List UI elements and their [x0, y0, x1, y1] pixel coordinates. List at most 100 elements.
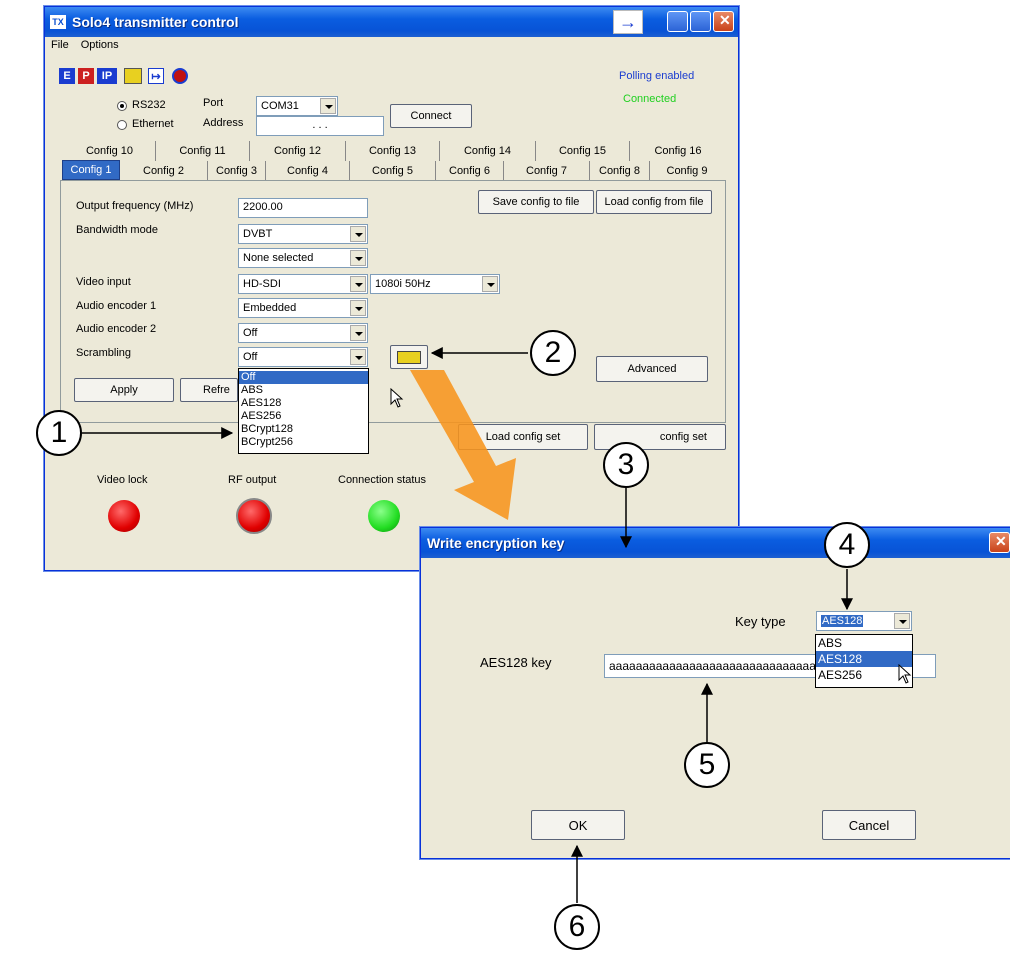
exit-icon[interactable]: ↦	[148, 68, 164, 84]
address-label: Address	[203, 117, 244, 129]
ethernet-radio[interactable]	[117, 120, 127, 130]
audio-encoder-1-label: Audio encoder 1	[76, 300, 157, 312]
video-input-select[interactable]: HD-SDI	[238, 274, 368, 294]
key-type-option-abs[interactable]: ABS	[816, 635, 912, 651]
output-frequency-field[interactable]: 2200.00	[238, 198, 368, 218]
scrambling-option-aes128[interactable]: AES128	[239, 397, 368, 410]
scrambling-option-aes256[interactable]: AES256	[239, 410, 368, 423]
connection-status-led	[368, 500, 400, 532]
tab-config-2[interactable]: Config 2	[120, 161, 208, 181]
chevron-down-icon[interactable]	[350, 276, 366, 292]
rf-output-led[interactable]	[236, 498, 272, 534]
callout-4: 4	[824, 522, 870, 568]
menubar: File Options	[45, 37, 738, 55]
mouse-cursor-icon	[898, 663, 912, 687]
load-config-button[interactable]: Load config from file	[596, 190, 712, 214]
refresh-button[interactable]: Refre	[180, 378, 238, 402]
port-select[interactable]: COM31	[256, 96, 338, 116]
save-config-set-label: config set	[659, 431, 707, 443]
callout-1: 1	[36, 410, 82, 456]
tab-config-7[interactable]: Config 7	[504, 161, 590, 181]
tab-config-10[interactable]: Config 10	[64, 141, 156, 161]
polling-status: Polling enabled	[619, 70, 695, 82]
video-lock-led	[108, 500, 140, 532]
scrambling-value: Off	[243, 351, 258, 363]
tab-config-11[interactable]: Config 11	[156, 141, 250, 161]
tab-config-8[interactable]: Config 8	[590, 161, 650, 181]
ok-button[interactable]: OK	[531, 810, 625, 840]
dialog-close-button[interactable]: ✕	[989, 532, 1010, 553]
video-lock-label: Video lock	[97, 474, 148, 486]
close-button[interactable]: ✕	[713, 11, 734, 32]
key-type-select[interactable]: AES128	[816, 611, 912, 631]
bandwidth-sub-value: None selected	[243, 252, 314, 264]
key-icon[interactable]	[124, 68, 142, 84]
dialog-window: Write encryption key ✕	[420, 527, 1010, 859]
dialog-titlebar: Write encryption key ✕	[421, 528, 1010, 558]
output-frequency-label: Output frequency (MHz)	[76, 200, 194, 212]
arrow-right-icon[interactable]: →	[613, 10, 643, 34]
connected-status: Connected	[623, 93, 677, 105]
chevron-down-icon[interactable]	[894, 613, 910, 629]
scrambling-option-bcrypt256[interactable]: BCrypt256	[239, 436, 368, 449]
save-config-button[interactable]: Save config to file	[478, 190, 594, 214]
tab-config-3[interactable]: Config 3	[208, 161, 266, 181]
audio-encoder-2-select[interactable]: Off	[238, 323, 368, 343]
address-field[interactable]: . . .	[256, 116, 384, 136]
tab-config-6[interactable]: Config 6	[436, 161, 504, 181]
toolbar-e-icon[interactable]: E	[59, 68, 75, 84]
tab-config-13[interactable]: Config 13	[346, 141, 440, 161]
scrambling-select[interactable]: Off	[238, 347, 368, 367]
ethernet-label: Ethernet	[132, 118, 174, 130]
minimize-button[interactable]	[667, 11, 688, 32]
window-title: Solo4 transmitter control	[72, 14, 239, 30]
orange-arrow-icon	[410, 370, 516, 520]
video-format-select[interactable]: 1080i 50Hz	[370, 274, 500, 294]
chevron-down-icon[interactable]	[350, 226, 366, 242]
maximize-button[interactable]	[690, 11, 711, 32]
dialog-title: Write encryption key	[427, 535, 565, 551]
video-input-value: HD-SDI	[243, 278, 281, 290]
key-label: AES128 key	[480, 655, 552, 670]
toolbar-p-icon[interactable]: P	[78, 68, 94, 84]
bandwidth-mode-value: DVBT	[243, 228, 273, 240]
tab-config-9[interactable]: Config 9	[650, 161, 724, 181]
bandwidth-mode-label: Bandwidth mode	[76, 224, 158, 236]
key-type-value: AES128	[821, 615, 864, 627]
tab-config-16[interactable]: Config 16	[630, 141, 726, 161]
bandwidth-mode-select[interactable]: DVBT	[238, 224, 368, 244]
cancel-button[interactable]: Cancel	[822, 810, 916, 840]
advanced-button[interactable]: Advanced	[596, 356, 708, 382]
tab-config-1[interactable]: Config 1	[62, 160, 120, 180]
key-type-label: Key type	[735, 614, 786, 629]
chevron-down-icon[interactable]	[350, 325, 366, 341]
tab-config-15[interactable]: Config 15	[536, 141, 630, 161]
connect-button[interactable]: Connect	[390, 104, 472, 128]
chevron-down-icon[interactable]	[350, 349, 366, 365]
video-input-label: Video input	[76, 276, 131, 288]
tab-config-12[interactable]: Config 12	[250, 141, 346, 161]
chevron-down-icon[interactable]	[482, 276, 498, 292]
tab-config-14[interactable]: Config 14	[440, 141, 536, 161]
toolbar-ip-icon[interactable]: IP	[97, 68, 117, 84]
scrambling-dropdown: Off ABS AES128 AES256 BCrypt128 BCrypt25…	[238, 368, 369, 454]
apply-button[interactable]: Apply	[74, 378, 174, 402]
menu-file[interactable]: File	[45, 37, 75, 55]
tab-config-4[interactable]: Config 4	[266, 161, 350, 181]
chevron-down-icon[interactable]	[350, 300, 366, 316]
scrambling-option-bcrypt128[interactable]: BCrypt128	[239, 423, 368, 436]
chevron-down-icon[interactable]	[350, 250, 366, 266]
rs232-radio[interactable]	[117, 101, 127, 111]
scrambling-label: Scrambling	[76, 347, 132, 359]
audio-encoder-1-value: Embedded	[243, 302, 297, 314]
app-icon: TX	[50, 15, 66, 29]
record-icon[interactable]	[172, 68, 188, 84]
scrambling-option-off[interactable]: Off	[239, 371, 368, 384]
menu-options[interactable]: Options	[75, 37, 125, 55]
chevron-down-icon[interactable]	[320, 98, 336, 114]
tab-config-5[interactable]: Config 5	[350, 161, 436, 181]
audio-encoder-1-select[interactable]: Embedded	[238, 298, 368, 318]
callout-3: 3	[603, 442, 649, 488]
scrambling-option-abs[interactable]: ABS	[239, 384, 368, 397]
bandwidth-sub-select[interactable]: None selected	[238, 248, 368, 268]
